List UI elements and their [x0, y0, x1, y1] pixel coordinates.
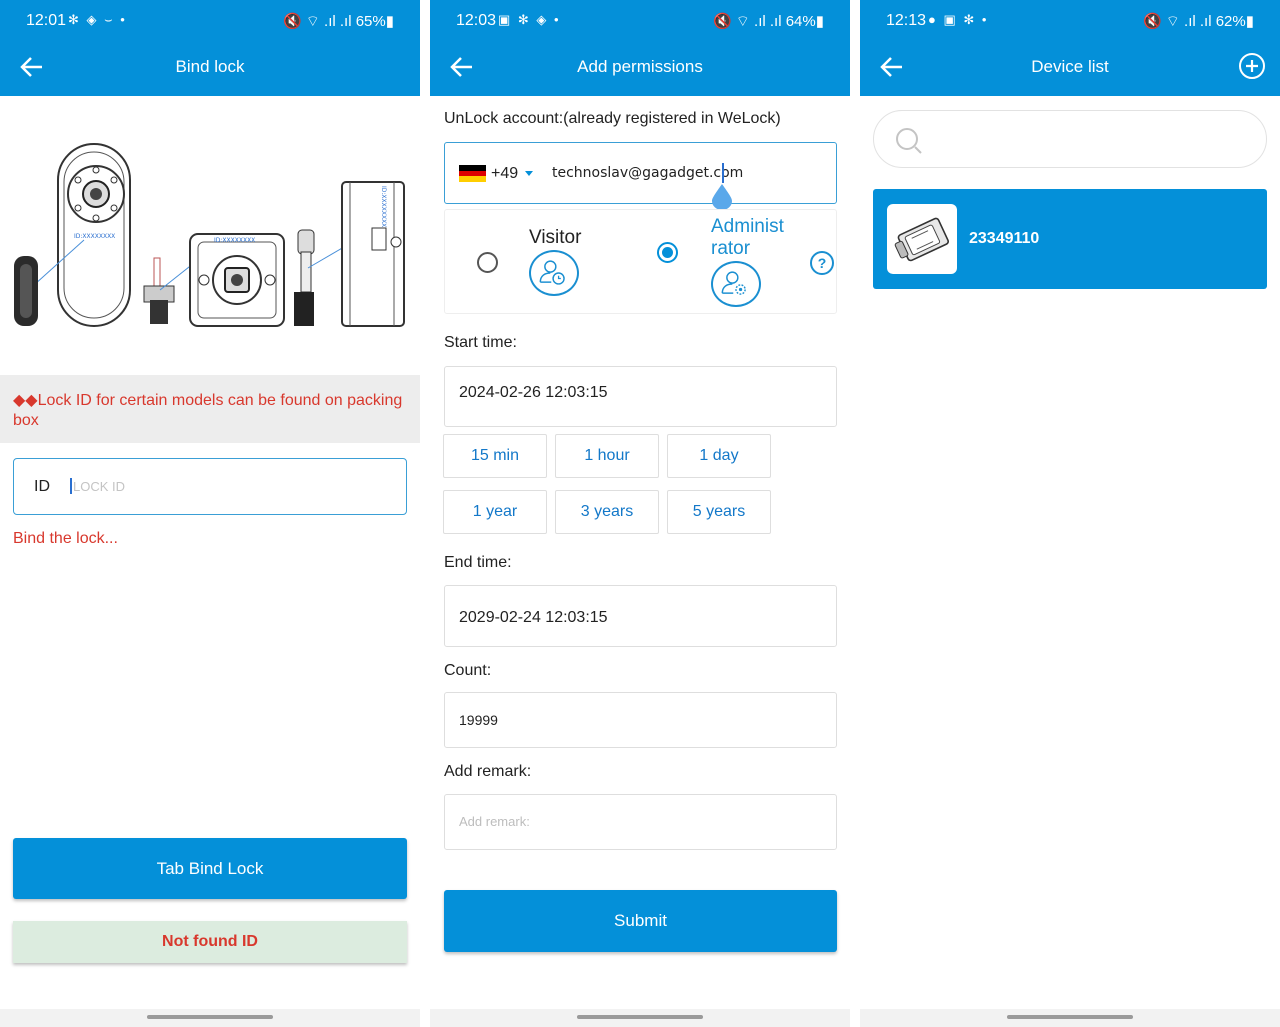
submit-button[interactable]: Submit [444, 890, 837, 952]
page-title: Add permissions [577, 57, 703, 76]
add-device-icon[interactable] [1238, 52, 1266, 80]
search-input[interactable] [873, 110, 1267, 168]
visitor-radio[interactable] [477, 252, 498, 273]
status-notification-icons: ● ▣ ✻ • [928, 12, 989, 27]
country-code[interactable]: +49 [491, 165, 518, 183]
count-label: Count: [444, 662, 492, 679]
administrator-icon[interactable] [711, 261, 761, 307]
text-cursor [70, 478, 72, 494]
lock1-id-label: ID:XXXXXXXX [74, 233, 115, 240]
page-title: Device list [1031, 57, 1109, 76]
count-input[interactable]: 19999 [444, 692, 837, 748]
home-indicator[interactable] [577, 1015, 703, 1019]
duration-1day-button[interactable]: 1 day [667, 434, 771, 478]
start-time-value: 2024-02-26 12:03:15 [459, 384, 608, 401]
gesture-nav-bar [860, 1009, 1280, 1027]
email-field-value: technoslav@gagadget.com [552, 165, 744, 181]
divider [850, 0, 860, 1027]
lock-id-notice: ◆◆Lock ID for certain models can be foun… [0, 375, 420, 443]
home-indicator[interactable] [1007, 1015, 1133, 1019]
app-bar: Device list [860, 38, 1280, 96]
status-time: 12:13 [886, 12, 927, 29]
lock3-id-label: ID:XXXXXXXX [380, 186, 387, 227]
account-label: UnLock account:(already registered in We… [444, 110, 781, 127]
divider [420, 0, 430, 1027]
help-icon[interactable]: ? [809, 250, 835, 276]
app-bar: Bind lock [0, 38, 420, 96]
status-system-icons: 🔇 ⌔ .ıl .ıl 65%▮ [282, 13, 394, 30]
administrator-label: Administ rator [711, 216, 784, 260]
device-list-item[interactable]: 23349110 [873, 189, 1267, 289]
end-time-value: 2029-02-24 12:03:15 [459, 609, 608, 626]
not-found-id-button[interactable]: Not found ID [13, 921, 407, 963]
status-system-icons: 🔇 ⌔ .ıl .ıl 64%▮ [712, 13, 824, 30]
remark-placeholder: Add remark: [459, 814, 530, 829]
bind-status-text: Bind the lock... [13, 530, 118, 547]
remark-label: Add remark: [444, 763, 532, 780]
id-field-placeholder: LOCK ID [73, 479, 126, 494]
status-bar: 12:03 ▣ ✻ ◈ • 🔇 ⌔ .ıl .ıl 64%▮ [430, 0, 850, 38]
role-selector: Visitor Administ rator ? [444, 209, 837, 314]
status-notification-icons: ▣ ✻ ◈ • [498, 12, 561, 27]
text-cursor [722, 163, 724, 183]
gesture-nav-bar [430, 1009, 850, 1027]
status-notification-icons: ✻ ◈ ⌣ • [68, 12, 127, 27]
germany-flag-icon[interactable] [459, 165, 486, 182]
lock-id-input[interactable]: ID LOCK ID [13, 458, 407, 515]
device-list-screen: 12:13 ● ▣ ✻ • 🔇 ⌔ .ıl .ıl 62%▮ Device li… [860, 0, 1280, 1027]
end-time-field[interactable]: 2029-02-24 12:03:15 [444, 585, 837, 647]
start-time-field[interactable]: 2024-02-26 12:03:15 [444, 366, 837, 427]
lock2-id-label: ID:XXXXXXXX [214, 237, 255, 244]
status-bar: 12:01 ✻ ◈ ⌣ • 🔇 ⌔ .ıl .ıl 65%▮ [0, 0, 420, 38]
duration-1year-button[interactable]: 1 year [443, 490, 547, 534]
status-time: 12:03 [456, 12, 497, 29]
administrator-radio[interactable] [657, 242, 678, 263]
visitor-icon[interactable] [529, 250, 579, 296]
gesture-nav-bar [0, 1009, 420, 1027]
bind-lock-screen: 12:01 ✻ ◈ ⌣ • 🔇 ⌔ .ıl .ıl 65%▮ Bind lock… [0, 0, 420, 1027]
visitor-label: Visitor [529, 227, 582, 248]
chevron-down-icon[interactable] [525, 171, 533, 176]
count-value: 19999 [459, 712, 498, 728]
start-time-label: Start time: [444, 334, 517, 351]
account-input[interactable]: +49 technoslav@gagadget.com [444, 142, 837, 210]
status-system-icons: 🔇 ⌔ .ıl .ıl 62%▮ [1142, 13, 1254, 30]
text-handle-icon[interactable] [709, 182, 735, 210]
device-name: 23349110 [969, 230, 1040, 247]
add-permissions-screen: 12:03 ▣ ✻ ◈ • 🔇 ⌔ .ıl .ıl 64%▮ Add permi… [430, 0, 850, 1027]
status-bar: 12:13 ● ▣ ✻ • 🔇 ⌔ .ıl .ıl 62%▮ [860, 0, 1280, 38]
tab-bind-lock-button[interactable]: Tab Bind Lock [13, 838, 407, 899]
app-bar: Add permissions [430, 38, 850, 96]
lock-thumbnail [887, 204, 957, 274]
administrator-label-line2: rator [711, 238, 751, 259]
search-icon [896, 128, 922, 154]
administrator-label-line1: Administ [711, 216, 784, 237]
end-time-label: End time: [444, 554, 512, 571]
status-time: 12:01 [26, 12, 67, 29]
duration-5years-button[interactable]: 5 years [667, 490, 771, 534]
duration-1hour-button[interactable]: 1 hour [555, 434, 659, 478]
duration-3years-button[interactable]: 3 years [555, 490, 659, 534]
home-indicator[interactable] [147, 1015, 273, 1019]
smart-lock-icon [894, 217, 949, 262]
remark-input[interactable]: Add remark: [444, 794, 837, 850]
id-field-label: ID [34, 478, 50, 495]
page-title: Bind lock [175, 57, 245, 76]
svg-text:?: ? [818, 255, 827, 271]
duration-15min-button[interactable]: 15 min [443, 434, 547, 478]
lock-id-illustration: ID:XXXXXXXX ID:XXXXXXXX ID:XXXXXXXX [14, 143, 405, 327]
